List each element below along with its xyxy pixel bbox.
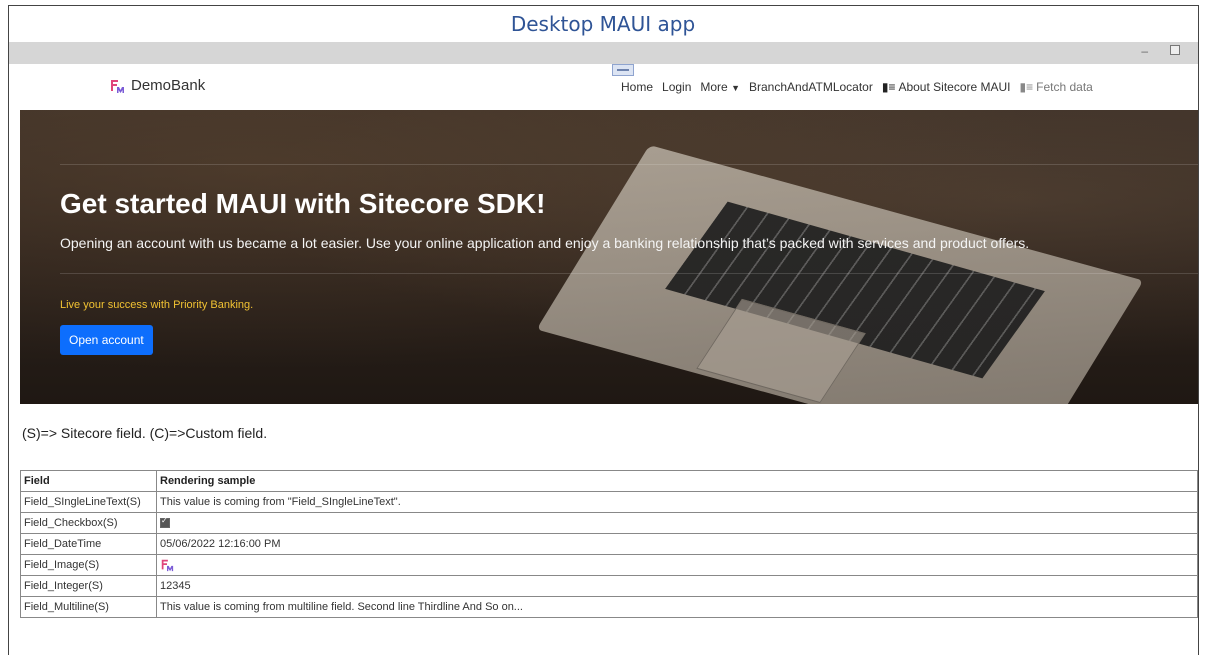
field-image-logo-icon: [161, 559, 174, 572]
brand-name: DemoBank: [131, 77, 206, 94]
field-name-cell: Field_Multiline(S): [20, 596, 157, 618]
nav-login[interactable]: Login: [662, 80, 691, 94]
table-row: Field_Multiline(S) This value is coming …: [20, 596, 1198, 618]
field-name-cell: Field_DateTime: [20, 533, 157, 555]
table-row: Field_DateTime 05/06/2022 12:16:00 PM: [20, 533, 1198, 555]
field-value-cell: 05/06/2022 12:16:00 PM: [156, 533, 1198, 555]
menu-toggler-button[interactable]: [612, 64, 634, 76]
list-icon: ▮≡: [881, 80, 896, 94]
table-row: Field_Checkbox(S): [20, 512, 1198, 534]
nav-about-label: About Sitecore MAUI: [898, 80, 1011, 94]
hero-title: Get started MAUI with Sitecore SDK!: [60, 188, 546, 219]
nav-more-label: More: [700, 80, 728, 94]
window-titlebar: –: [9, 42, 1198, 64]
open-account-button[interactable]: Open account: [60, 325, 153, 355]
field-value-cell: This value is coming from "Field_SIngleL…: [156, 491, 1198, 513]
field-value-cell: This value is coming from multiline fiel…: [156, 596, 1198, 618]
column-header-field: Field: [20, 470, 157, 492]
column-header-rendering-sample: Rendering sample: [156, 470, 1198, 492]
caret-down-icon: ▼: [731, 83, 740, 93]
top-navbar: DemoBank Home Login More ▼ BranchAndATML…: [9, 64, 1198, 110]
brand-link[interactable]: DemoBank: [109, 77, 205, 94]
hero-tagline: Live your success with Priority Banking.: [60, 299, 254, 311]
nav-fetch-data[interactable]: ▮≡ Fetch data: [1020, 80, 1093, 94]
list-icon: ▮≡: [1019, 80, 1034, 94]
fields-legend: (S)=> Sitecore field. (C)=>Custom field.: [22, 425, 268, 441]
field-name-cell: Field_Checkbox(S): [20, 512, 157, 534]
nav-branch-atm-locator[interactable]: BranchAndATMLocator: [749, 80, 873, 94]
fields-section: (S)=> Sitecore field. (C)=>Custom field.…: [20, 425, 1198, 618]
nav-more-dropdown[interactable]: More ▼: [700, 80, 740, 94]
field-value-cell: [156, 512, 1198, 534]
demobank-logo-icon: [111, 79, 124, 93]
field-value-cell: [156, 554, 1198, 576]
hero-divider-bottom: [60, 273, 1198, 274]
table-row: Field_Integer(S) 12345: [20, 575, 1198, 597]
hero-banner: Get started MAUI with Sitecore SDK! Open…: [20, 110, 1198, 404]
nav-about-sitecore-maui[interactable]: ▮≡ About Sitecore MAUI: [882, 80, 1011, 94]
maximize-button[interactable]: [1170, 45, 1180, 55]
field-name-cell: Field_Image(S): [20, 554, 157, 576]
nav-fetch-label: Fetch data: [1036, 80, 1093, 94]
table-row: Field_Image(S): [20, 554, 1198, 576]
checkbox-checked-icon[interactable]: [160, 516, 170, 528]
table-header-row: Field Rendering sample: [20, 470, 1198, 492]
field-value-cell: 12345: [156, 575, 1198, 597]
nav-links: Home Login More ▼ BranchAndATMLocator ▮≡…: [621, 80, 1093, 94]
field-name-cell: Field_SIngleLineText(S): [20, 491, 157, 513]
field-name-cell: Field_Integer(S): [20, 575, 157, 597]
fields-table: Field Rendering sample Field_SIngleLineT…: [20, 470, 1198, 618]
nav-home[interactable]: Home: [621, 80, 653, 94]
table-row: Field_SIngleLineText(S) This value is co…: [20, 491, 1198, 513]
hero-description: Opening an account with us became a lot …: [60, 235, 1030, 251]
hero-divider-top: [60, 164, 1198, 165]
minimize-button[interactable]: –: [1141, 44, 1148, 58]
